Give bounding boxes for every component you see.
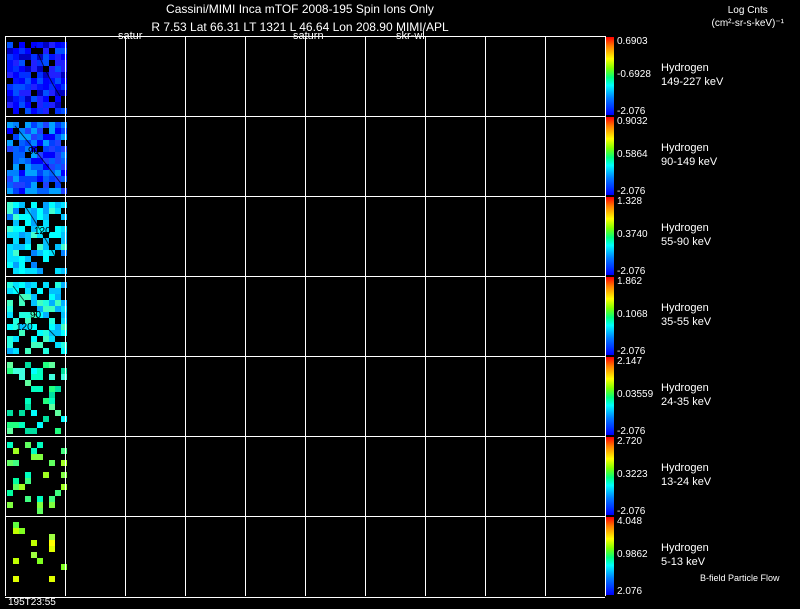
colorbar-tick-mid: -0.6928 (617, 69, 651, 80)
energy-range: 5-13 keV (661, 556, 706, 568)
colorbar-tick-mid: 0.3223 (617, 469, 648, 480)
species-name: Hydrogen (661, 302, 709, 314)
grid-line (365, 36, 366, 596)
species-label: Hydrogen 5-13 keV (661, 541, 709, 569)
colorbar-tick-max: 1.862 (617, 276, 643, 287)
colorbar-tick-mid: 0.1068 (617, 309, 648, 320)
colorbar-tick-min: 2.076 (617, 586, 643, 597)
plot-title: Cassini/MIMI Inca mTOF 2008-195 Spin Ion… (166, 2, 434, 16)
colorbar (605, 357, 614, 435)
grid-line (65, 36, 66, 596)
grid-line (5, 36, 6, 596)
colorbar-tick-max: 1.328 (617, 196, 643, 207)
colorbar-units-line2: (cm²-sr-s-keV)⁻¹ (711, 18, 784, 29)
colorbar-tick-max: 2.720 (617, 436, 643, 447)
contour-label: 90 (30, 310, 42, 321)
colorbar-tick-max: 2.147 (617, 356, 643, 367)
energy-range: 55-90 keV (661, 236, 712, 248)
colorbar (605, 37, 614, 115)
grid-line (425, 36, 426, 596)
colorbar (605, 277, 614, 355)
species-label: Hydrogen 35-55 keV (661, 301, 711, 329)
colorbar-units: Log Cnts (cm²-sr-s-keV)⁻¹ (712, 4, 784, 30)
species-label: Hydrogen 24-35 keV (661, 381, 711, 409)
energy-range: 35-55 keV (661, 316, 712, 328)
colorbar-tick-mid: 0.5864 (617, 149, 648, 160)
species-label: Hydrogen 90-149 keV (661, 141, 717, 169)
grid-line (485, 36, 486, 596)
grid-line (245, 36, 246, 596)
colorbar-tick-max: 4.048 (617, 516, 643, 527)
colorbar-tick-mid: 0.3740 (617, 229, 648, 240)
colorbar (605, 197, 614, 275)
species-name: Hydrogen (661, 62, 709, 74)
contour-label: 120 (34, 226, 51, 237)
grid-line (605, 36, 606, 596)
grid-line (545, 36, 546, 596)
colorbar (605, 437, 614, 515)
grid-line (185, 36, 186, 596)
time-label: 195T23:55 (8, 597, 56, 608)
species-name: Hydrogen (661, 222, 709, 234)
energy-range: 90-149 keV (661, 156, 718, 168)
bfield-legend: B-field Particle Flow (700, 573, 780, 583)
species-label: Hydrogen 149-227 keV (661, 61, 723, 89)
energy-range: 24-35 keV (661, 396, 712, 408)
colorbar-units-line1: Log Cnts (727, 5, 768, 16)
species-name: Hydrogen (661, 462, 709, 474)
species-name: Hydrogen (661, 382, 709, 394)
energy-range: 149-227 keV (661, 76, 724, 88)
species-label: Hydrogen 55-90 keV (661, 221, 711, 249)
grid-line (125, 36, 126, 596)
colorbar-tick-mid: 0.03559 (617, 389, 654, 400)
species-name: Hydrogen (661, 142, 709, 154)
contour-label: 120 (16, 322, 33, 333)
energy-range: 13-24 keV (661, 476, 712, 488)
colorbar-tick-max: 0.6903 (617, 36, 648, 47)
contour-label: 90 (28, 146, 40, 157)
colorbar-tick-max: 0.9032 (617, 116, 648, 127)
species-label: Hydrogen 13-24 keV (661, 461, 711, 489)
species-name: Hydrogen (661, 542, 709, 554)
colorbar (605, 517, 614, 595)
colorbar (605, 117, 614, 195)
colorbar-tick-mid: 0.9862 (617, 549, 648, 560)
grid-line (305, 36, 306, 596)
